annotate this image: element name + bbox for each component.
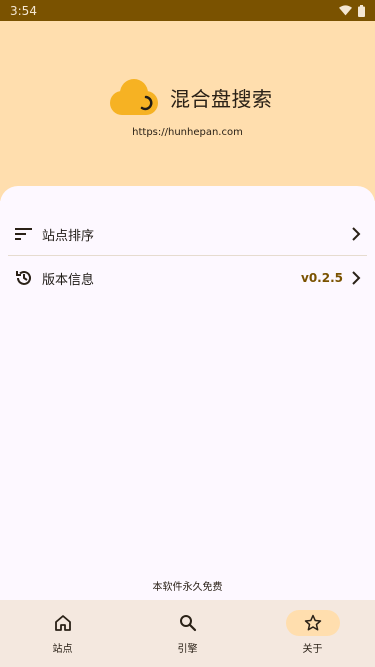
nav-pill <box>161 610 215 636</box>
nav-label: 引擎 <box>177 644 198 655</box>
version-info-label: 版本信息 <box>42 272 95 288</box>
bottom-nav: 站点 引擎 关于 <box>0 600 375 667</box>
cloud-logo-icon <box>110 79 158 115</box>
app-title: 混合盘搜索 <box>170 86 273 111</box>
nav-pill-active <box>285 610 340 636</box>
star-icon <box>304 614 321 631</box>
status-bar: 3:54 <box>0 0 375 21</box>
version-value: v0.2.5 <box>301 271 343 285</box>
battery-icon <box>358 4 365 17</box>
wifi-icon <box>339 5 352 16</box>
history-icon <box>14 268 34 288</box>
site-sort-label: 站点排序 <box>42 228 95 244</box>
nav-item-sites[interactable]: 站点 <box>0 600 125 667</box>
status-time: 3:54 <box>10 3 37 18</box>
nav-label: 站点 <box>52 644 73 655</box>
footer-note: 本软件永久免费 <box>152 582 223 593</box>
nav-item-engine[interactable]: 引擎 <box>125 600 250 667</box>
nav-pill <box>36 610 90 636</box>
chevron-right-icon <box>352 271 361 285</box>
version-info-row[interactable]: 版本信息 v0.2.5 <box>0 256 375 300</box>
status-icons <box>339 4 365 17</box>
sort-icon <box>14 224 34 244</box>
nav-item-about[interactable]: 关于 <box>250 600 375 667</box>
home-icon <box>54 615 71 631</box>
site-sort-row[interactable]: 站点排序 <box>0 212 375 256</box>
search-icon <box>179 615 196 632</box>
site-url[interactable]: https://hunhepan.com <box>0 127 375 138</box>
app-header: 混合盘搜索 https://hunhepan.com <box>0 21 375 201</box>
settings-sheet: 站点排序 版本信息 v0.2.5 <box>0 186 375 600</box>
nav-label: 关于 <box>302 644 323 655</box>
chevron-right-icon <box>352 227 361 241</box>
brand: 混合盘搜索 <box>108 77 273 117</box>
